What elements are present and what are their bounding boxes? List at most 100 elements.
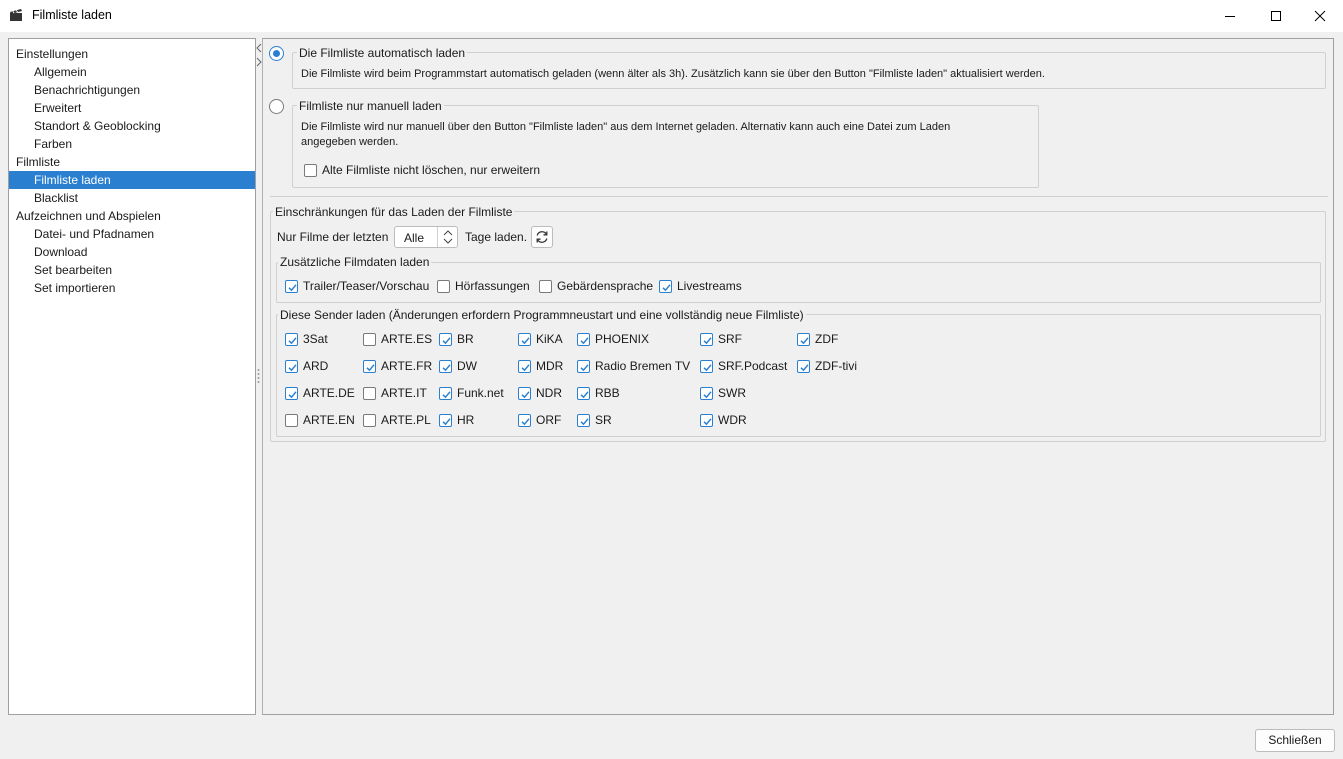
checkbox-box[interactable] [518,332,531,346]
checkbox-box[interactable] [439,386,452,400]
sender-zdf[interactable]: ZDF [797,330,838,348]
sender-rbb[interactable]: RBB [577,384,620,402]
sender-arte-de[interactable]: ARTE.DE [285,384,355,402]
tree-item-standort-geoblocking[interactable]: Standort & Geoblocking [9,117,255,135]
checkbox-box[interactable] [285,359,298,373]
tree-item-aufzeichnen-abspielen[interactable]: Aufzeichnen und Abspielen [9,207,255,225]
settings-tree: Einstellungen Allgemein Benachrichtigung… [8,38,256,715]
sender-arte-it[interactable]: ARTE.IT [363,384,427,402]
spinner-arrows[interactable] [437,227,457,247]
sender-wdr[interactable]: WDR [700,411,747,429]
checkmark-icon [580,390,589,398]
sender-srf[interactable]: SRF [700,330,742,348]
checkbox-box[interactable] [285,386,298,400]
tree-item-set-bearbeiten[interactable]: Set bearbeiten [9,261,255,279]
keep-old-list-label: Alte Filmliste nicht löschen, nur erweit… [322,163,541,177]
sender-phoenix[interactable]: PHOENIX [577,330,649,348]
sender-kika[interactable]: KiKA [518,330,563,348]
sender-swr[interactable]: SWR [700,384,746,402]
checkbox-box[interactable] [363,386,376,400]
checkbox-box[interactable] [285,413,298,427]
sender-funk-net[interactable]: Funk.net [439,384,504,402]
sender-dw[interactable]: DW [439,357,477,375]
checkbox-box[interactable] [439,332,452,346]
sender-arte-es[interactable]: ARTE.ES [363,330,432,348]
restrictions-title: Einschränkungen für das Laden der Filmli… [273,205,515,219]
checkbox-box[interactable] [285,279,298,293]
sender-srf-label: SRF [718,332,742,346]
close-button[interactable]: Schließen [1255,729,1335,752]
sender-rbb-label: RBB [595,386,620,400]
sender-funk-net-label: Funk.net [457,386,504,400]
checkbox-box[interactable] [700,359,713,373]
minimize-button[interactable] [1207,0,1253,32]
checkbox-box[interactable] [363,359,376,373]
checkmark-icon [288,283,297,291]
tree-item-filmliste[interactable]: Filmliste [9,153,255,171]
extra-option-hörfassungen[interactable]: Hörfassungen [437,277,530,295]
tree-item-download[interactable]: Download [9,243,255,261]
maximize-icon [1271,11,1281,21]
manual-load-description-line2: angegeben werden. [301,136,399,148]
sender-arte-fr[interactable]: ARTE.FR [363,357,432,375]
tree-item-erweitert[interactable]: Erweitert [9,99,255,117]
close-window-button[interactable] [1297,0,1343,32]
sender-3sat[interactable]: 3Sat [285,330,328,348]
checkbox-box[interactable] [363,413,376,427]
chevron-up-down-icon[interactable] [438,227,458,247]
checkbox-box[interactable] [577,413,590,427]
sender-radio-bremen-tv[interactable]: Radio Bremen TV [577,357,690,375]
sender-ndr[interactable]: NDR [518,384,562,402]
checkbox-box[interactable] [539,279,552,293]
checkbox-box[interactable] [437,279,450,293]
tree-item-allgemein[interactable]: Allgemein [9,63,255,81]
manual-load-label[interactable]: Filmliste nur manuell laden [297,99,444,113]
sender-orf[interactable]: ORF [518,411,561,429]
checkbox-box[interactable] [304,163,317,177]
splitter-grip-icon[interactable] [257,368,260,384]
sender-arte-pl[interactable]: ARTE.PL [363,411,431,429]
checkbox-box[interactable] [285,332,298,346]
tree-item-benachrichtigungen[interactable]: Benachrichtigungen [9,81,255,99]
checkbox-box[interactable] [518,359,531,373]
sender-sr[interactable]: SR [577,411,612,429]
tree-item-datei-pfadnamen[interactable]: Datei- und Pfadnamen [9,225,255,243]
auto-load-label[interactable]: Die Filmliste automatisch laden [297,46,468,60]
radio-manual-load[interactable] [269,99,284,114]
sender-ard[interactable]: ARD [285,357,328,375]
checkbox-box[interactable] [797,359,810,373]
checkbox-box[interactable] [518,413,531,427]
checkbox-box[interactable] [439,413,452,427]
reload-button[interactable] [531,226,553,248]
checkbox-box[interactable] [700,413,713,427]
checkbox-box[interactable] [363,332,376,346]
extra-option-livestreams[interactable]: Livestreams [659,277,742,295]
sender-br[interactable]: BR [439,330,474,348]
extra-option-gebärdensprache[interactable]: Gebärdensprache [539,277,653,295]
sender-hr[interactable]: HR [439,411,474,429]
checkbox-box[interactable] [577,332,590,346]
tree-item-einstellungen[interactable]: Einstellungen [9,45,255,63]
days-spinner[interactable]: Alle [394,226,458,248]
checkbox-box[interactable] [577,386,590,400]
sender-srf-podcast[interactable]: SRF.Podcast [700,357,787,375]
sender-zdf-tivi[interactable]: ZDF-tivi [797,357,857,375]
maximize-button[interactable] [1253,0,1299,32]
tree-item-blacklist[interactable]: Blacklist [9,189,255,207]
extra-option-trailer-teaser-vorschau[interactable]: Trailer/Teaser/Vorschau [285,277,429,295]
radio-auto-load[interactable] [269,46,284,61]
checkbox-box[interactable] [797,332,810,346]
checkbox-box[interactable] [700,386,713,400]
tree-item-filmliste-laden[interactable]: Filmliste laden [9,171,255,189]
checkbox-box[interactable] [577,359,590,373]
checkbox-box[interactable] [439,359,452,373]
sender-arte-en[interactable]: ARTE.EN [285,411,355,429]
keep-old-list-checkbox[interactable]: Alte Filmliste nicht löschen, nur erweit… [304,161,540,179]
checkbox-box[interactable] [700,332,713,346]
sender-mdr[interactable]: MDR [518,357,563,375]
checkbox-box[interactable] [659,279,672,293]
checkbox-box[interactable] [518,386,531,400]
tree-item-farben[interactable]: Farben [9,135,255,153]
tree-item-set-importieren[interactable]: Set importieren [9,279,255,297]
days-spinner-value[interactable]: Alle [404,231,424,245]
